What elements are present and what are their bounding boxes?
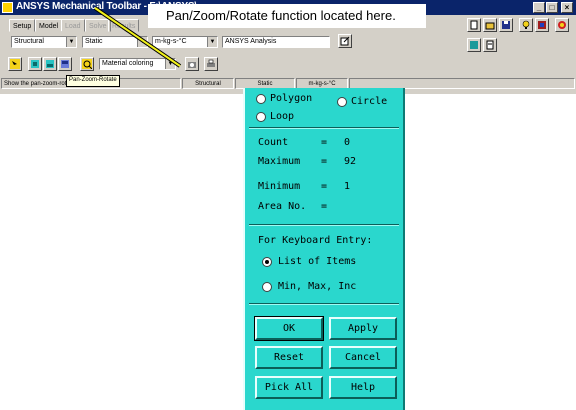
minimum-equals: = (321, 181, 328, 192)
maximum-value: 92 (344, 156, 357, 167)
close-button[interactable]: × (561, 2, 573, 13)
polygon-radio[interactable] (256, 94, 266, 104)
list-of-items-radio[interactable] (262, 257, 272, 267)
edit-analysis-button[interactable] (338, 34, 352, 48)
maximize-button[interactable]: □ (546, 2, 558, 13)
analysis-name-field[interactable]: ANSYS Analysis (222, 36, 330, 48)
maximum-label: Maximum (258, 156, 301, 167)
maximum-equals: = (321, 156, 328, 167)
database-icon (470, 41, 478, 49)
ok-button[interactable]: OK (254, 316, 324, 341)
list-of-items-label: List of Items (278, 256, 357, 267)
separator (249, 303, 399, 305)
help-book-button[interactable] (535, 18, 549, 32)
open-folder-icon (485, 22, 495, 30)
apply-button[interactable]: Apply (329, 317, 397, 340)
keyboard-entry-label: For Keyboard Entry: (258, 235, 373, 246)
analysis-name-value: ANSYS Analysis (225, 38, 277, 45)
minimize-button[interactable]: _ (533, 2, 545, 13)
callout-arrow-icon (93, 6, 182, 68)
cancel-button[interactable]: Cancel (329, 346, 397, 369)
area-number-equals: = (321, 201, 328, 212)
pick-all-button[interactable]: Pick All (255, 376, 323, 399)
exit-button[interactable] (555, 18, 569, 32)
new-file-button[interactable] (467, 18, 481, 32)
save-file-button[interactable] (499, 18, 513, 32)
min-max-inc-radio[interactable] (262, 282, 272, 292)
report-button[interactable] (483, 38, 497, 52)
new-file-icon (470, 20, 478, 30)
reset-button[interactable]: Reset (255, 346, 323, 369)
printer-icon (207, 59, 215, 67)
minimum-label: Minimum (258, 181, 301, 192)
open-file-button[interactable] (483, 18, 497, 32)
exit-icon (558, 21, 566, 29)
polygon-label: Polygon (270, 93, 313, 104)
help-button[interactable]: Help (329, 376, 397, 399)
loop-radio[interactable] (256, 112, 266, 122)
chevron-down-icon: ▼ (207, 37, 217, 47)
min-max-inc-label: Min, Max, Inc (278, 281, 357, 292)
hint-button[interactable] (519, 18, 533, 32)
circle-label: Circle (351, 96, 388, 107)
print-button[interactable] (204, 57, 218, 71)
count-equals: = (321, 137, 328, 148)
report-icon (486, 40, 494, 50)
lightbulb-icon (522, 20, 530, 29)
database-button[interactable] (467, 38, 481, 52)
picking-dialog: Polygon Circle Loop Count = 0 Maximum = … (243, 88, 405, 410)
minimum-value: 1 (344, 181, 351, 192)
count-value: 0 (344, 137, 351, 148)
callout-text: Pan/Zoom/Rotate function located here. (166, 8, 396, 23)
circle-radio[interactable] (337, 97, 347, 107)
separator (249, 127, 399, 129)
separator (249, 224, 399, 226)
area-number-label: Area No. (258, 201, 307, 212)
help-book-icon (538, 21, 546, 29)
save-icon (502, 21, 510, 29)
loop-label: Loop (270, 111, 295, 122)
count-label: Count (258, 137, 289, 148)
edit-icon (340, 36, 350, 46)
